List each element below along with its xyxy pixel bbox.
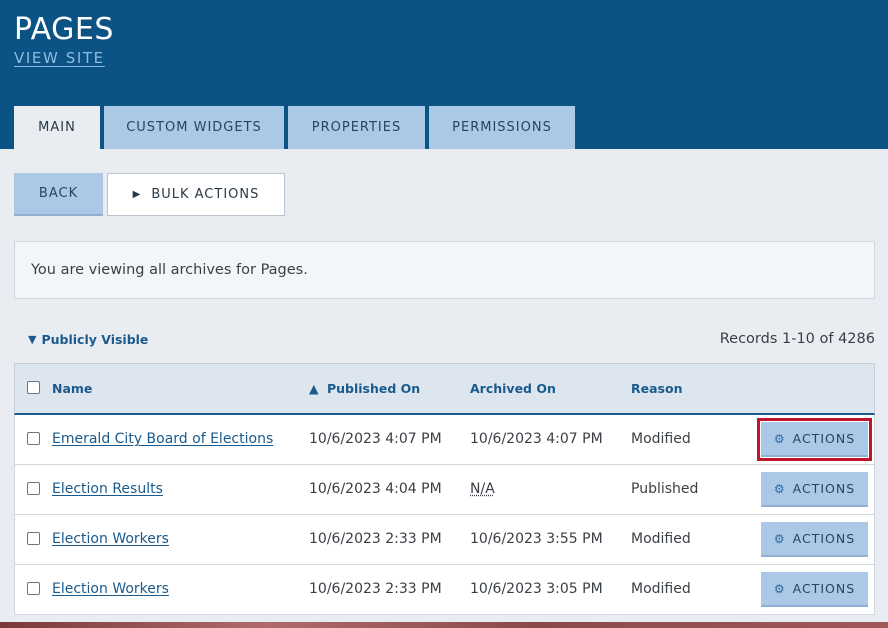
- page-name-link[interactable]: Election Results: [52, 481, 163, 497]
- row-checkbox[interactable]: [27, 482, 40, 495]
- table-row: Election Results 10/6/2023 4:04 PM N/A P…: [14, 465, 875, 515]
- actions-label: ACTIONS: [792, 531, 856, 546]
- archived-on-cell: N/A: [470, 481, 495, 497]
- row-actions-button[interactable]: ⚙ ACTIONS: [761, 522, 868, 557]
- archived-on-cell: 10/6/2023 3:55 PM: [470, 531, 603, 547]
- tab-custom-widgets[interactable]: CUSTOM WIDGETS: [104, 106, 284, 149]
- page-header: PAGES VIEW SITE MAIN CUSTOM WIDGETS PROP…: [0, 0, 888, 149]
- actions-label: ACTIONS: [792, 431, 856, 446]
- row-actions-button[interactable]: ⚙ ACTIONS: [761, 472, 868, 507]
- published-on-label: Published On: [326, 381, 421, 396]
- triangle-down-icon: ▼: [28, 333, 37, 346]
- gear-icon: ⚙: [773, 431, 786, 446]
- archive-notice: You are viewing all archives for Pages.: [14, 241, 875, 299]
- gear-icon: ⚙: [773, 531, 786, 546]
- published-on-cell: 10/6/2023 4:04 PM: [309, 481, 442, 497]
- column-header-reason[interactable]: Reason: [631, 381, 682, 396]
- column-header-name[interactable]: Name: [52, 381, 92, 396]
- table-row: Election Workers 10/6/2023 2:33 PM 10/6/…: [14, 515, 875, 565]
- row-checkbox[interactable]: [27, 582, 40, 595]
- column-header-published-on[interactable]: ▲ Published On: [309, 381, 420, 396]
- tab-permissions[interactable]: PERMISSIONS: [429, 106, 575, 149]
- page-name-link[interactable]: Election Workers: [52, 581, 169, 597]
- reason-cell: Modified: [631, 581, 691, 597]
- reason-cell: Modified: [631, 431, 691, 447]
- gear-icon: ⚙: [773, 581, 786, 596]
- table-row: Election Workers 10/6/2023 2:33 PM 10/6/…: [14, 565, 875, 615]
- table-row: Emerald City Board of Elections 10/6/202…: [14, 415, 875, 465]
- row-checkbox[interactable]: [27, 432, 40, 445]
- page-name-link[interactable]: Election Workers: [52, 531, 169, 547]
- archived-on-cell: 10/6/2023 3:05 PM: [470, 581, 603, 597]
- archives-table: Name ▲ Published On Archived On Reason E…: [14, 363, 875, 615]
- play-triangle-icon: ▶: [132, 189, 142, 200]
- gear-icon: ⚙: [773, 481, 786, 496]
- published-on-cell: 10/6/2023 2:33 PM: [309, 581, 442, 597]
- actions-label: ACTIONS: [792, 581, 856, 596]
- actions-label: ACTIONS: [792, 481, 856, 496]
- page-title: PAGES: [14, 12, 114, 47]
- tab-main[interactable]: MAIN: [14, 106, 100, 149]
- records-count: Records 1-10 of 4286: [719, 331, 875, 347]
- archived-on-cell: 10/6/2023 4:07 PM: [470, 431, 603, 447]
- filter-label: Publicly Visible: [41, 332, 149, 347]
- row-actions-button[interactable]: ⚙ ACTIONS: [761, 572, 868, 607]
- background-strip: [0, 622, 888, 628]
- published-on-cell: 10/6/2023 2:33 PM: [309, 531, 442, 547]
- column-header-archived-on[interactable]: Archived On: [470, 381, 556, 396]
- back-button[interactable]: BACK: [14, 173, 103, 216]
- bulk-actions-label: BULK ACTIONS: [151, 187, 260, 202]
- table-header: Name ▲ Published On Archived On Reason: [14, 363, 875, 415]
- sort-ascending-icon: ▲: [309, 381, 319, 396]
- bulk-actions-button[interactable]: ▶ BULK ACTIONS: [107, 173, 285, 216]
- row-actions-button[interactable]: ⚙ ACTIONS: [757, 418, 872, 461]
- reason-cell: Modified: [631, 531, 691, 547]
- archive-notice-text: You are viewing all archives for Pages.: [31, 262, 308, 278]
- published-on-cell: 10/6/2023 4:07 PM: [309, 431, 442, 447]
- reason-cell: Published: [631, 481, 699, 497]
- row-checkbox[interactable]: [27, 532, 40, 545]
- select-all-checkbox[interactable]: [27, 381, 40, 394]
- tab-properties[interactable]: PROPERTIES: [288, 106, 425, 149]
- page-name-link[interactable]: Emerald City Board of Elections: [52, 431, 273, 447]
- publicly-visible-toggle[interactable]: ▼ Publicly Visible: [28, 332, 148, 347]
- view-site-link[interactable]: VIEW SITE: [14, 49, 105, 67]
